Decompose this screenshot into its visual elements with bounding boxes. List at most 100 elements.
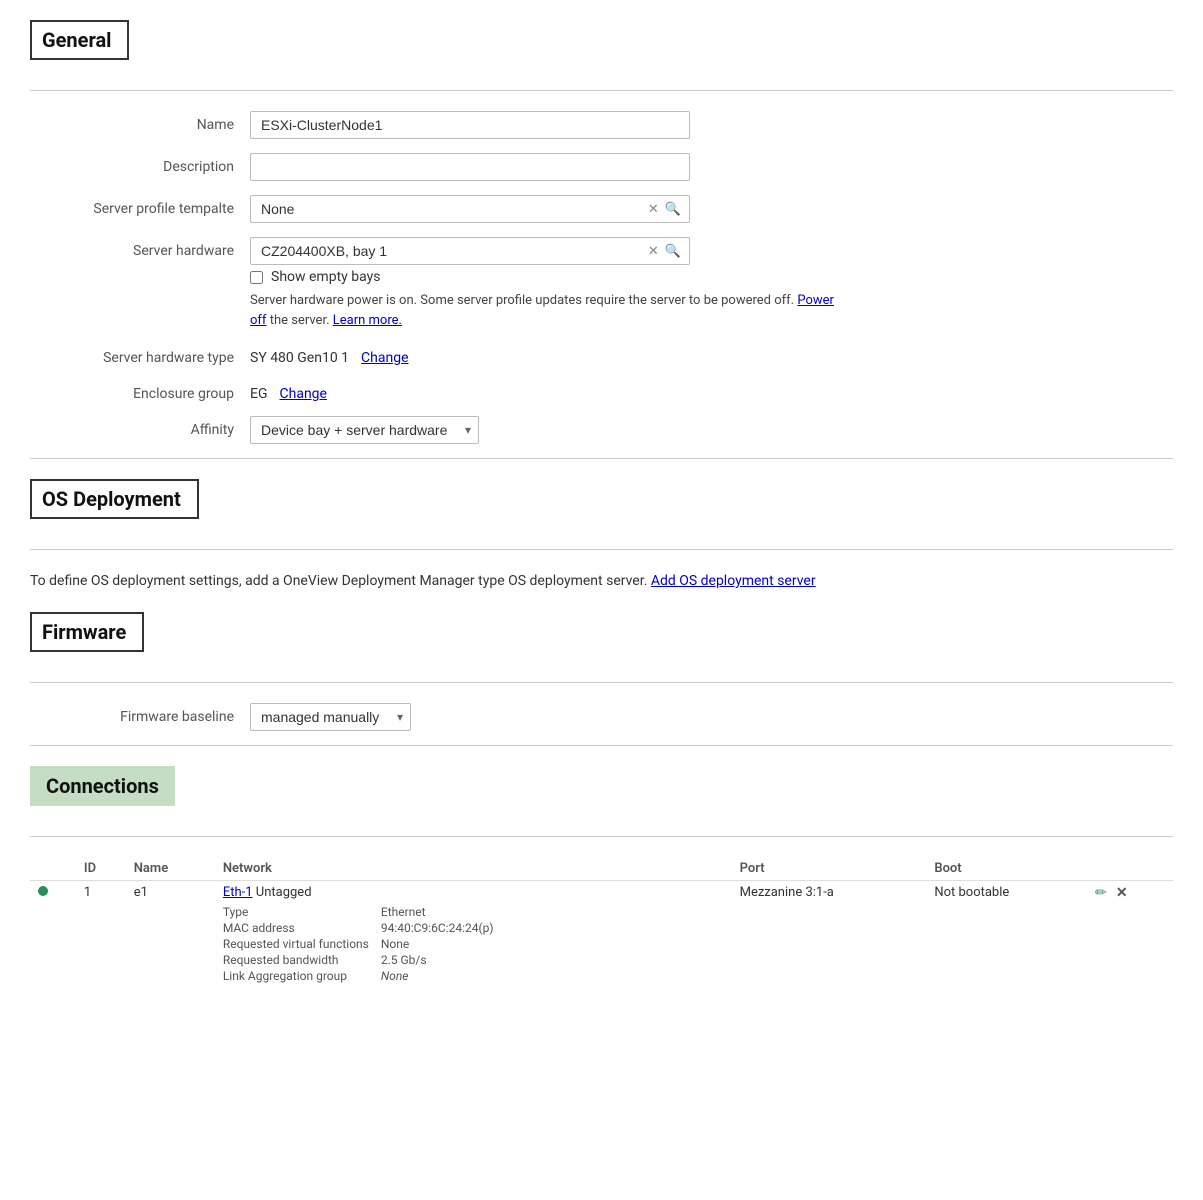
- col-id: ID: [76, 857, 126, 881]
- power-info-text: Server hardware power is on. Some server…: [250, 291, 850, 330]
- server-hardware-type-value-area: SY 480 Gen10 1 Change: [250, 344, 1173, 366]
- connection-name-cell: e1: [126, 881, 215, 989]
- connections-table-header-row: ID Name Network Port Boot: [30, 857, 1173, 881]
- server-hardware-clear-icon[interactable]: ✕: [648, 243, 659, 259]
- col-port: Port: [732, 857, 927, 881]
- enclosure-group-row: Enclosure group EG Change: [30, 380, 1173, 402]
- connection-actions-cell: ✏ ✕: [1087, 881, 1173, 989]
- description-control: [250, 153, 1173, 181]
- sub-value-rvf: None: [381, 936, 500, 952]
- table-row: 1 e1 Eth-1 Untagged Type Ethe: [30, 881, 1173, 989]
- connection-name: e1: [134, 885, 207, 900]
- sub-value-lag: None: [381, 968, 500, 984]
- server-hardware-control: ✕ 🔍 Show empty bays Server hardware powe…: [250, 237, 1173, 330]
- firmware-baseline-row: Firmware baseline managed manually SPP 2…: [30, 703, 1173, 731]
- enclosure-group-change-link[interactable]: Change: [280, 386, 327, 402]
- description-input[interactable]: [250, 153, 690, 181]
- server-hardware-type-value: SY 480 Gen10 1: [250, 350, 349, 366]
- enclosure-group-control: EG Change: [250, 380, 1173, 402]
- server-hardware-search-icon[interactable]: 🔍: [665, 243, 681, 259]
- sub-row-bandwidth: Requested bandwidth 2.5 Gb/s: [223, 952, 500, 968]
- connection-sub-table: Type Ethernet MAC address 94:40:C9:6C:24…: [223, 904, 500, 984]
- firmware-section-header: Firmware: [30, 612, 144, 652]
- connection-port-cell: Mezzanine 3:1-a: [732, 881, 927, 989]
- server-hardware-type-control: SY 480 Gen10 1 Change: [250, 344, 1173, 366]
- server-profile-template-label: Server profile tempalte: [30, 195, 250, 217]
- server-hardware-type-change-link[interactable]: Change: [361, 350, 408, 366]
- server-hardware-label: Server hardware: [30, 237, 250, 259]
- connection-boot-cell: Not bootable: [926, 881, 1087, 989]
- col-actions: [1087, 857, 1173, 881]
- eth-link[interactable]: Eth-1: [223, 885, 253, 900]
- sub-row-lag: Link Aggregation group None: [223, 968, 500, 984]
- connection-edit-icon[interactable]: ✏: [1095, 885, 1107, 901]
- server-profile-template-row: Server profile tempalte ✕ 🔍: [30, 195, 1173, 223]
- sub-label-type: Type: [223, 904, 381, 920]
- enclosure-group-label: Enclosure group: [30, 380, 250, 402]
- server-profile-template-control: ✕ 🔍: [250, 195, 1173, 223]
- name-label: Name: [30, 111, 250, 133]
- connection-status-dot: [38, 886, 48, 896]
- server-profile-template-input-wrapper[interactable]: ✕ 🔍: [250, 195, 690, 223]
- col-boot: Boot: [926, 857, 1087, 881]
- col-status: [30, 857, 76, 881]
- affinity-select[interactable]: Device bay + server hardware Device bay: [250, 416, 479, 444]
- general-section-header: General: [30, 20, 129, 60]
- enclosure-group-value: EG: [250, 386, 268, 402]
- connection-status-dot-cell: [30, 881, 76, 989]
- sub-label-lag: Link Aggregation group: [223, 968, 381, 984]
- affinity-label: Affinity: [30, 416, 250, 438]
- firmware-baseline-control: managed manually SPP 2022.03 SPP 2021.11: [250, 703, 1173, 731]
- show-empty-bays-checkbox[interactable]: [250, 271, 263, 284]
- connection-network: Eth-1 Untagged: [223, 885, 724, 900]
- enclosure-group-value-area: EG Change: [250, 380, 1173, 402]
- server-hardware-icons: ✕ 🔍: [648, 243, 689, 259]
- connection-id: 1: [84, 885, 118, 900]
- connection-network-cell: Eth-1 Untagged Type Ethernet MAC address…: [215, 881, 732, 989]
- server-profile-template-search-icon[interactable]: 🔍: [665, 201, 681, 217]
- sub-label-mac: MAC address: [223, 920, 381, 936]
- show-empty-bays-row: Show empty bays: [250, 269, 1173, 285]
- server-hardware-row: Server hardware ✕ 🔍 Show empty bays Serv…: [30, 237, 1173, 330]
- col-network: Network: [215, 857, 732, 881]
- connections-table: ID Name Network Port Boot 1: [30, 857, 1173, 988]
- connection-delete-icon[interactable]: ✕: [1116, 885, 1128, 901]
- description-row: Description: [30, 153, 1173, 181]
- sub-value-type: Ethernet: [381, 904, 500, 920]
- affinity-row: Affinity Device bay + server hardware De…: [30, 416, 1173, 444]
- name-input[interactable]: [250, 111, 690, 139]
- os-deployment-description: To define OS deployment settings, add a …: [30, 570, 1173, 592]
- connections-section-header: Connections: [30, 766, 175, 806]
- sub-label-bandwidth: Requested bandwidth: [223, 952, 381, 968]
- server-profile-template-clear-icon[interactable]: ✕: [648, 201, 659, 217]
- firmware-baseline-select-wrapper[interactable]: managed manually SPP 2022.03 SPP 2021.11: [250, 703, 411, 731]
- connection-network-extra: Untagged: [256, 885, 312, 900]
- add-os-deployment-server-link[interactable]: Add OS deployment server: [651, 573, 816, 589]
- learn-more-link[interactable]: Learn more.: [333, 313, 402, 328]
- firmware-baseline-select[interactable]: managed manually SPP 2022.03 SPP 2021.11: [250, 703, 411, 731]
- name-control: [250, 111, 1173, 139]
- sub-value-bandwidth: 2.5 Gb/s: [381, 952, 500, 968]
- os-deployment-section-header: OS Deployment: [30, 479, 199, 519]
- server-hardware-type-label: Server hardware type: [30, 344, 250, 366]
- connection-boot: Not bootable: [934, 885, 1079, 900]
- show-empty-bays-label: Show empty bays: [271, 269, 380, 285]
- description-label: Description: [30, 153, 250, 175]
- server-profile-template-icons: ✕ 🔍: [648, 201, 689, 217]
- server-hardware-type-row: Server hardware type SY 480 Gen10 1 Chan…: [30, 344, 1173, 366]
- sub-row-type: Type Ethernet: [223, 904, 500, 920]
- firmware-baseline-label: Firmware baseline: [30, 703, 250, 725]
- connection-port: Mezzanine 3:1-a: [740, 885, 919, 900]
- sub-label-rvf: Requested virtual functions: [223, 936, 381, 952]
- sub-row-mac: MAC address 94:40:C9:6C:24:24(p): [223, 920, 500, 936]
- sub-value-mac: 94:40:C9:6C:24:24(p): [381, 920, 500, 936]
- server-hardware-input[interactable]: [251, 238, 648, 264]
- name-row: Name: [30, 111, 1173, 139]
- sub-row-rvf: Requested virtual functions None: [223, 936, 500, 952]
- server-profile-template-input[interactable]: [251, 196, 648, 222]
- affinity-control: Device bay + server hardware Device bay: [250, 416, 1173, 444]
- connection-id-cell: 1: [76, 881, 126, 989]
- server-hardware-input-wrapper[interactable]: ✕ 🔍: [250, 237, 690, 265]
- col-name: Name: [126, 857, 215, 881]
- affinity-select-wrapper[interactable]: Device bay + server hardware Device bay: [250, 416, 479, 444]
